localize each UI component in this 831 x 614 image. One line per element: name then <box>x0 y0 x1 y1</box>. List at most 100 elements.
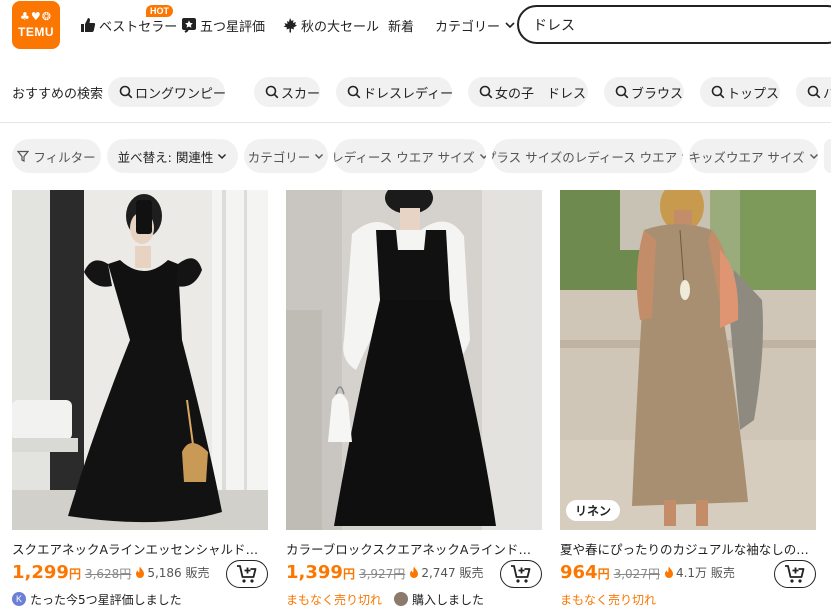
hot-badge: HOT <box>146 5 173 17</box>
kids-size-filter[interactable]: キッズウエア サイズ <box>689 139 818 173</box>
product-title[interactable]: カラーブロックスクエアネックAラインドレス、春と… <box>286 539 542 558</box>
purchase-notice-text: 購入しました <box>412 592 485 607</box>
logo-icons: ♣♥❂ <box>20 10 52 23</box>
cart-plus-icon <box>785 565 805 583</box>
rec-chip-label: ロングワンピース <box>135 86 225 102</box>
ladies-size-filter-label: レディース ウエア サイズ <box>334 149 475 165</box>
product-image[interactable] <box>12 190 268 530</box>
rec-chip[interactable]: ロングワンピース <box>108 77 225 107</box>
original-price: 3,628円 <box>84 567 132 581</box>
rec-chip[interactable]: ドレスレディース <box>336 77 452 107</box>
nav-best-sellers[interactable]: ベストセラー <box>80 14 177 36</box>
cart-plus-icon <box>237 565 257 583</box>
price-row: 1,299 円 3,628円 5,186 販売 <box>12 562 209 586</box>
chevron-down-icon <box>682 154 683 156</box>
product-price: 964 <box>560 562 598 583</box>
sort-dropdown[interactable]: 並べ替え: 関連性 <box>107 139 238 173</box>
avatar: K <box>12 592 26 606</box>
rec-chip-label: ハ <box>823 86 831 102</box>
chevron-down-icon <box>479 154 486 159</box>
product-title[interactable]: 夏や春にぴったりのカジュアルな袖なしのソリッ… <box>560 539 816 558</box>
filter-button-label: フィルター <box>33 149 96 165</box>
nav-category[interactable]: カテゴリー <box>435 14 519 36</box>
product-card[interactable]: スクエアネックAラインエッセンシャルドレス、春… 1,299 円 3,628円 … <box>12 190 268 614</box>
section-divider <box>0 122 831 123</box>
material-badge: リネン <box>566 500 621 521</box>
rec-chip[interactable]: ハ <box>796 77 831 107</box>
product-price: 1,399 <box>286 562 343 583</box>
search-icon <box>711 85 725 99</box>
nav-new-arrivals[interactable]: 新着 <box>388 14 414 36</box>
rec-chip[interactable]: ブラウス <box>604 77 684 107</box>
flame-icon <box>410 566 419 578</box>
nav-five-star-label: 五つ星評価 <box>200 19 266 35</box>
chevron-down-icon <box>218 154 227 159</box>
product-photo-colorblock-dress <box>286 190 542 530</box>
recommended-searches: おすすめの検索 ロングワンピース スカート ドレスレディース 女の子 ドレス ブ… <box>0 76 831 108</box>
ladies-size-filter[interactable]: レディース ウエア サイズ <box>334 139 486 173</box>
chevron-down-icon <box>505 22 515 29</box>
search-input[interactable]: ドレス <box>517 5 831 44</box>
add-to-cart-button[interactable] <box>226 560 268 588</box>
activity-text: たった今5つ星評価しました <box>30 592 182 607</box>
category-filter-label: カテゴリー <box>247 149 311 165</box>
product-card[interactable]: リネン 夏や春にぴったりのカジュアルな袖なしのソリッ… 964 円 3,027円… <box>560 190 816 614</box>
sold-count: 4.1万 販売 <box>664 564 735 581</box>
add-to-cart-button[interactable] <box>774 560 816 588</box>
nav-best-sellers-label: ベストセラー <box>99 19 178 35</box>
product-card[interactable]: カラーブロックスクエアネックAラインドレス、春と… 1,399 円 3,927円… <box>286 190 542 614</box>
stock-warning: まもなく売り切れ <box>286 592 383 607</box>
search-input-value: ドレス <box>533 17 575 34</box>
price-row: 964 円 3,027円 4.1万 販売 <box>560 562 735 586</box>
sold-count: 2,747 販売 <box>409 564 483 581</box>
logo-text: TEMU <box>18 25 54 39</box>
activity-row: K たった今5つ星評価しました <box>12 590 182 608</box>
rec-chip[interactable]: スカート <box>254 77 320 107</box>
kids-size-filter-label: キッズウエア サイズ <box>689 149 805 165</box>
product-title[interactable]: スクエアネックAラインエッセンシャルドレス、春… <box>12 539 268 558</box>
filter-button[interactable]: フィルター <box>12 139 101 173</box>
sold-count-label: 2,747 販売 <box>421 565 484 580</box>
chevron-down-icon <box>315 154 324 159</box>
sold-count-label: 5,186 販売 <box>147 565 210 580</box>
funnel-icon <box>17 150 30 162</box>
search-icon <box>479 85 493 99</box>
nav-category-label: カテゴリー <box>435 19 501 35</box>
search-icon <box>119 85 133 99</box>
cart-plus-icon <box>511 565 531 583</box>
sort-dropdown-label: 並べ替え: 関連性 <box>117 149 214 165</box>
more-filter[interactable] <box>824 139 831 173</box>
search-icon <box>265 85 279 99</box>
header: ♣♥❂ TEMU ベストセラー HOT 五つ星評価 秋の大セール 新着 カテゴリ… <box>0 0 831 54</box>
nav-five-star[interactable]: 五つ星評価 <box>181 14 265 36</box>
currency: 円 <box>597 567 610 581</box>
recommended-label: おすすめの検索 <box>12 87 104 102</box>
search-icon <box>615 85 629 99</box>
price-row: 1,399 円 3,927円 2,747 販売 <box>286 562 483 586</box>
search-icon <box>347 85 361 99</box>
search-icon <box>807 85 821 99</box>
maple-leaf-icon <box>283 18 297 33</box>
rec-chip[interactable]: 女の子 ドレス <box>468 77 588 107</box>
product-photo-black-puff-dress <box>12 190 268 530</box>
product-photo-linen-dress <box>560 190 816 530</box>
product-image[interactable] <box>286 190 542 530</box>
product-price: 1,299 <box>12 562 69 583</box>
original-price: 3,027円 <box>613 567 660 581</box>
rec-chip[interactable]: トップス <box>700 77 780 107</box>
category-filter[interactable]: カテゴリー <box>244 139 328 173</box>
rec-chip-label: トップス <box>727 86 780 102</box>
sold-count: 5,186 販売 <box>135 564 209 581</box>
currency: 円 <box>342 567 355 581</box>
plus-size-filter[interactable]: プラス サイズのレディース ウエア <box>492 139 683 173</box>
nav-autumn-sale[interactable]: 秋の大セール <box>282 14 379 36</box>
rec-chip-label: ブラウス <box>631 86 684 102</box>
plus-size-filter-label: プラス サイズのレディース ウエア <box>492 149 678 165</box>
avatar <box>394 592 409 606</box>
temu-logo[interactable]: ♣♥❂ TEMU <box>12 1 60 49</box>
star-rating-icon <box>182 18 196 33</box>
currency: 円 <box>68 567 81 581</box>
product-image[interactable]: リネン <box>560 190 816 530</box>
chevron-down-icon <box>809 154 818 159</box>
add-to-cart-button[interactable] <box>500 560 542 588</box>
